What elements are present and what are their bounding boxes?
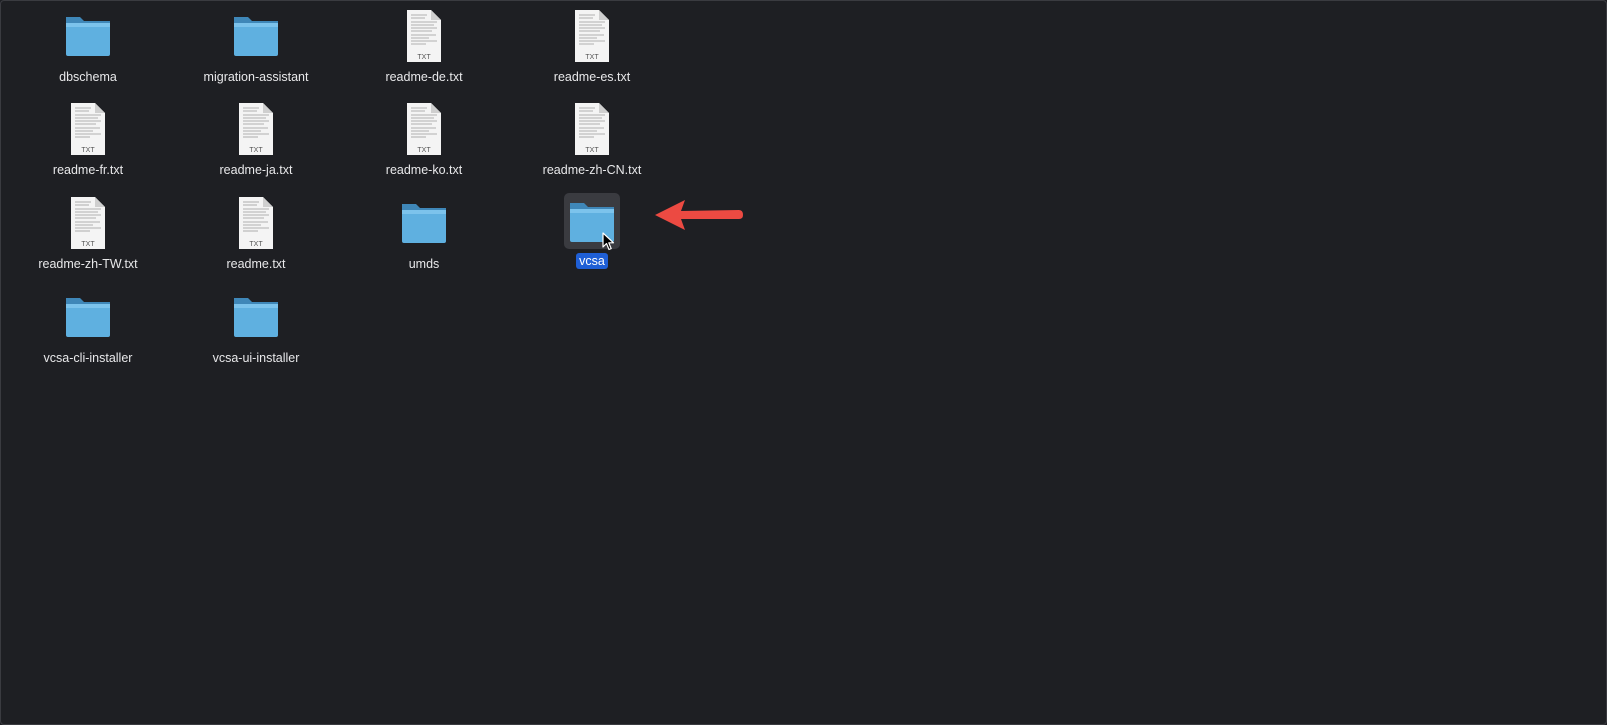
finder-item-migration-assistant[interactable]: migration-assistant [181,9,331,95]
txt-file-icon: TXT [564,102,620,158]
folder-icon [228,9,284,65]
item-label: readme-es.txt [553,70,631,84]
annotation-arrow-icon [655,200,743,230]
finder-item-readme[interactable]: TXT readme.txt [181,196,331,282]
item-label: umds [408,257,440,271]
txt-file-icon: TXT [60,196,116,252]
item-label: readme-fr.txt [52,163,124,177]
svg-text:TXT: TXT [81,241,95,248]
item-label: vcsa [576,253,608,269]
svg-text:TXT: TXT [249,147,263,154]
item-label: readme-zh-TW.txt [38,257,138,271]
item-label: migration-assistant [203,70,309,84]
finder-item-readme-fr[interactable]: TXT readme-fr.txt [13,102,163,188]
item-label: readme-ja.txt [219,163,293,177]
folder-icon [60,9,116,65]
item-label: dbschema [59,70,117,84]
txt-file-icon: TXT [228,196,284,252]
folder-icon [396,196,452,252]
finder-window: dbschema migration-assistant TXT readme-… [0,0,1607,725]
folder-icon [228,290,284,346]
item-label: readme-zh-CN.txt [542,163,642,177]
finder-item-readme-es[interactable]: TXT readme-es.txt [517,9,667,95]
finder-item-readme-de[interactable]: TXT readme-de.txt [349,9,499,95]
folder-icon [60,290,116,346]
svg-text:TXT: TXT [249,241,263,248]
item-label: readme-de.txt [385,70,463,84]
svg-text:TXT: TXT [81,147,95,154]
mouse-pointer-icon [602,232,615,251]
svg-text:TXT: TXT [585,147,599,154]
svg-text:TXT: TXT [417,54,431,61]
item-label: readme.txt [226,257,286,271]
item-label: readme-ko.txt [385,163,463,177]
svg-text:TXT: TXT [585,54,599,61]
txt-file-icon: TXT [564,9,620,65]
finder-item-vcsa[interactable]: vcsa [517,193,667,279]
svg-text:TXT: TXT [417,147,431,154]
finder-item-readme-ja[interactable]: TXT readme-ja.txt [181,102,331,188]
finder-item-readme-zh-tw[interactable]: TXT readme-zh-TW.txt [13,196,163,282]
txt-file-icon: TXT [396,102,452,158]
txt-file-icon: TXT [228,102,284,158]
finder-item-dbschema[interactable]: dbschema [13,9,163,95]
txt-file-icon: TXT [60,102,116,158]
item-label: vcsa-ui-installer [212,351,300,365]
finder-item-vcsa-ui-installer[interactable]: vcsa-ui-installer [181,290,331,376]
finder-item-readme-ko[interactable]: TXT readme-ko.txt [349,102,499,188]
finder-item-readme-zh-cn[interactable]: TXT readme-zh-CN.txt [517,102,667,188]
finder-item-umds[interactable]: umds [349,196,499,282]
finder-item-vcsa-cli-installer[interactable]: vcsa-cli-installer [13,290,163,376]
item-label: vcsa-cli-installer [43,351,133,365]
txt-file-icon: TXT [396,9,452,65]
